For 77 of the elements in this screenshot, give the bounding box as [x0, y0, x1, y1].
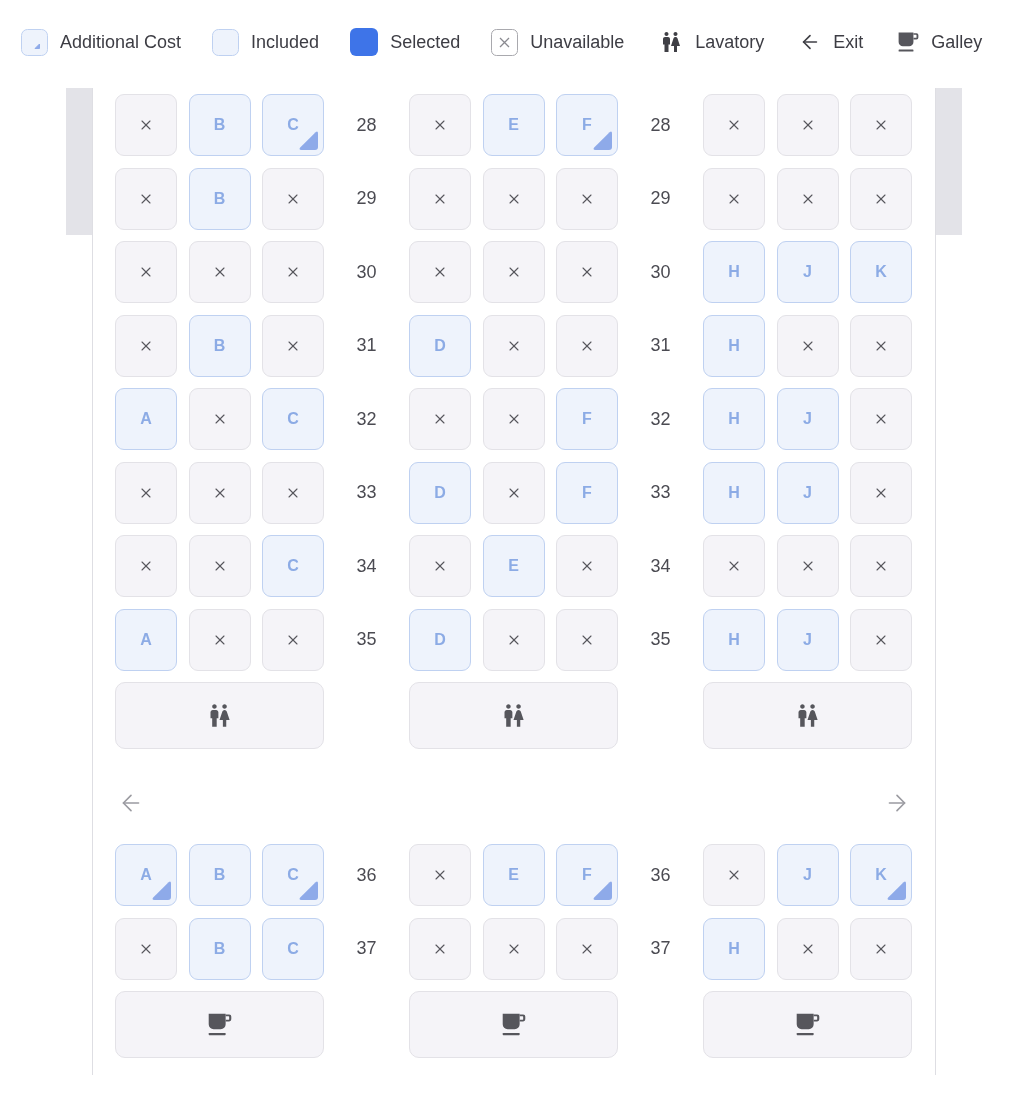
seat-button[interactable]: E — [482, 94, 545, 156]
row-number: 29 — [356, 187, 377, 210]
seat-button[interactable]: H — [703, 314, 765, 377]
row-number: 35 — [650, 628, 671, 651]
row-number: 28 — [356, 113, 377, 137]
seat-button[interactable]: J — [776, 608, 839, 671]
row-number: 32 — [356, 407, 377, 431]
row-number: 37 — [650, 937, 671, 960]
row-number: 29 — [650, 187, 671, 210]
row-number: 35 — [356, 628, 377, 651]
seat-button[interactable]: J — [776, 388, 839, 450]
row-number: 30 — [356, 260, 377, 284]
seat-button[interactable]: C — [262, 917, 324, 980]
row-number: 31 — [650, 334, 671, 357]
swatch-icon — [350, 28, 379, 56]
seat-button[interactable]: E — [482, 535, 545, 597]
row-number: 28 — [650, 113, 671, 137]
legend-label: Additional Cost — [60, 30, 182, 54]
row-number: 34 — [356, 554, 377, 578]
seat-button[interactable]: E — [482, 844, 545, 906]
cup-icon — [207, 1012, 232, 1037]
seat-button[interactable]: C — [262, 388, 324, 450]
seat-button[interactable]: D — [409, 314, 471, 377]
seat-button[interactable]: A — [115, 608, 177, 671]
seat-button[interactable]: J — [776, 241, 839, 303]
row-number: 30 — [650, 260, 671, 284]
seat-button[interactable]: F — [556, 94, 618, 156]
seat-button[interactable]: C — [262, 94, 324, 156]
row-number: 33 — [356, 481, 377, 504]
corner-triangle-icon — [299, 881, 318, 900]
corner-triangle-icon — [593, 131, 612, 150]
legend-label: Selected — [390, 30, 461, 54]
seat-button[interactable]: J — [776, 461, 839, 524]
seat-button[interactable]: C — [262, 535, 324, 597]
seat-button[interactable]: B — [188, 844, 251, 906]
legend-label: Exit — [833, 30, 864, 54]
legend-label: Lavatory — [695, 30, 765, 54]
row-number: 34 — [650, 554, 671, 578]
cup-icon — [795, 1012, 820, 1037]
seat-button[interactable]: B — [188, 167, 251, 230]
seat-button[interactable]: H — [703, 388, 765, 450]
seat-button[interactable]: B — [188, 94, 251, 156]
corner-triangle-icon — [593, 881, 612, 900]
seat-button[interactable]: H — [703, 917, 765, 980]
cup-icon — [501, 1012, 526, 1037]
seat-button[interactable]: A — [115, 844, 177, 906]
seat-button[interactable]: A — [115, 388, 177, 450]
seat-button[interactable]: B — [188, 314, 251, 377]
legend-label: Unavailable — [530, 30, 625, 54]
seat-button[interactable]: K — [850, 844, 912, 906]
seat-button[interactable]: C — [262, 844, 324, 906]
cross-swatch-icon — [491, 28, 519, 56]
cup-icon — [898, 31, 920, 53]
seat-button[interactable]: K — [850, 241, 912, 303]
seat-button[interactable]: H — [703, 608, 765, 671]
row-number: 36 — [356, 863, 377, 887]
seat-button[interactable]: F — [556, 388, 618, 450]
row-number: 32 — [650, 407, 671, 431]
seat-button[interactable]: H — [703, 241, 765, 303]
corner-triangle-icon — [887, 881, 906, 900]
row-number: 33 — [650, 481, 671, 504]
seat-button[interactable]: H — [703, 461, 765, 524]
corner-triangle-icon — [299, 131, 318, 150]
legend-label: Included — [251, 30, 320, 54]
seat-button[interactable]: F — [556, 461, 618, 524]
seat-button[interactable]: F — [556, 844, 618, 906]
row-number: 36 — [650, 863, 671, 887]
seat-button[interactable]: D — [409, 461, 471, 524]
swatch-icon — [212, 28, 240, 56]
corner-triangle-icon — [152, 881, 171, 900]
seat-button[interactable]: D — [409, 608, 471, 671]
corner-mark-swatch-icon — [21, 28, 48, 56]
row-number: 37 — [356, 937, 377, 960]
legend-label: Galley — [931, 30, 983, 54]
row-number: 31 — [356, 334, 377, 357]
seat-button[interactable]: J — [776, 844, 839, 906]
seat-button[interactable]: B — [188, 917, 251, 980]
